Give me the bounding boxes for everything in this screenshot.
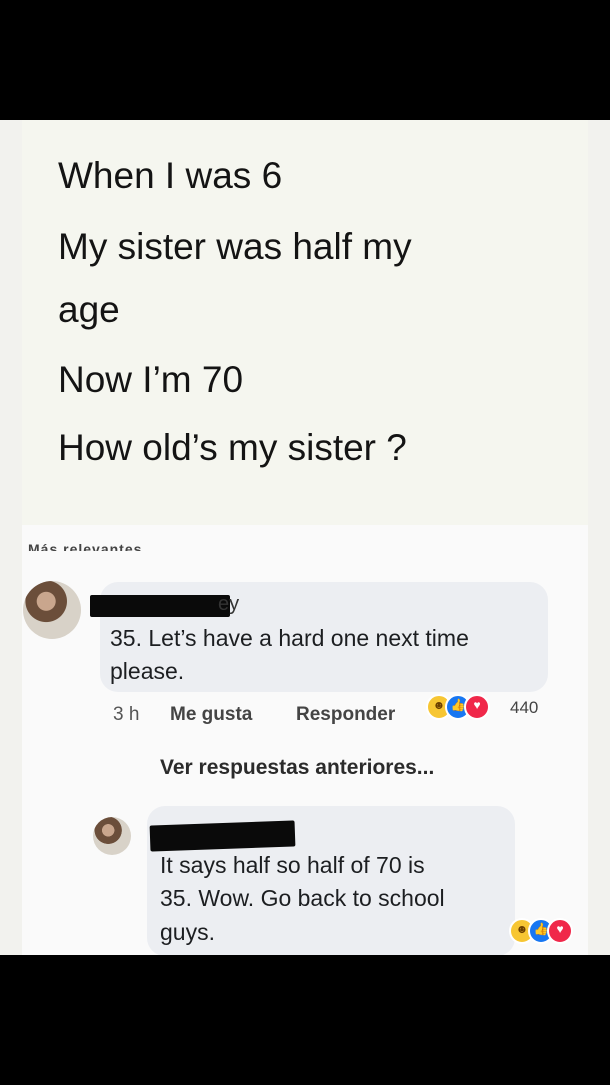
post-line-3: age	[58, 289, 120, 330]
post-line-1: When I was 6	[58, 155, 283, 196]
sort-label[interactable]: Más relevantes	[28, 535, 208, 551]
commenter-name-fragment[interactable]: ey	[218, 588, 239, 621]
love-icon: ♥	[464, 694, 490, 720]
comment-text-line-2: 35. Wow. Go back to school	[160, 885, 445, 911]
post-line-4: Now I’m 70	[58, 359, 244, 400]
redacted-name	[90, 595, 230, 617]
screenshot-area: When I was 6 My sister was half my age N…	[0, 120, 610, 955]
post-card: When I was 6 My sister was half my age N…	[22, 120, 588, 525]
love-icon: ♥	[547, 918, 573, 944]
comment-text-line-1: 35. Let’s have a hard one next time	[110, 625, 469, 651]
reaction-summary[interactable]: ☻ 👍 ♥	[426, 694, 516, 720]
redacted-name	[149, 820, 296, 852]
post-line-5: How old’s my sister ?	[58, 427, 407, 468]
post-line-2: My sister was half my	[58, 226, 412, 267]
reply-button[interactable]: Responder	[296, 704, 395, 726]
comment-text-line-2: please.	[110, 658, 185, 684]
like-button[interactable]: Me gusta	[170, 704, 252, 726]
view-previous-replies-link[interactable]: Ver respuestas anteriores...	[160, 756, 434, 780]
comment-text-line-1: It says half so half of 70 is	[160, 852, 425, 878]
comment-text-line-3: guys.	[160, 919, 215, 945]
comment-time: 3 h	[113, 704, 140, 725]
avatar[interactable]	[93, 817, 131, 855]
reaction-count: 440	[510, 698, 539, 717]
reaction-summary[interactable]: ☻ 👍 ♥	[509, 918, 589, 944]
avatar[interactable]	[23, 581, 81, 639]
